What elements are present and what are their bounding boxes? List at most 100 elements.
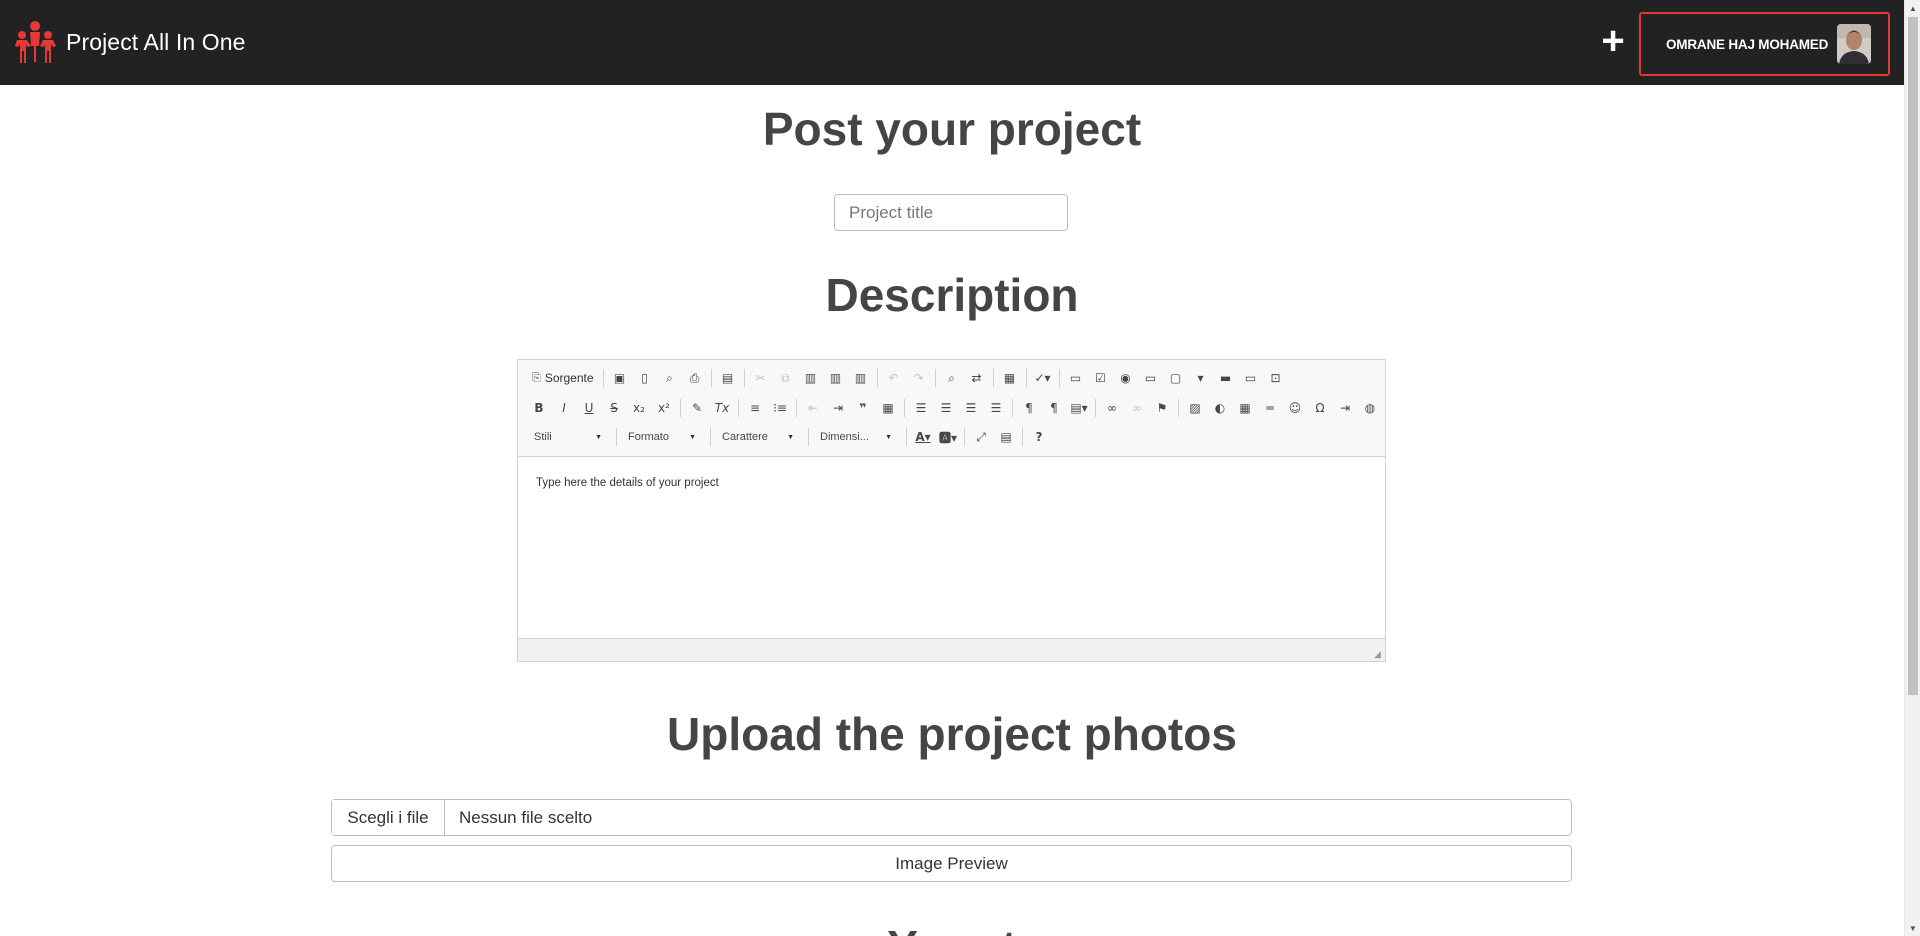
image-icon[interactable]: ▨ [1184,397,1206,419]
spellcheck-icon[interactable]: ✓▾ [1032,367,1054,389]
editor-content-area[interactable]: Type here the details of your project [518,457,1385,638]
preview-icon[interactable]: ⌕ [659,367,681,389]
remove-format-icon[interactable]: Tx [711,397,733,419]
select-all-icon[interactable]: ▦ [999,367,1021,389]
smiley-icon[interactable]: ☺ [1284,397,1306,419]
toolbar-separator [964,428,965,446]
numbered-list-icon[interactable]: ≡ [744,397,766,419]
blockquote-icon[interactable]: ❞ [852,397,874,419]
special-char-icon[interactable]: Ω [1309,397,1331,419]
photo-file-input[interactable]: Scegli i file Nessun file scelto [331,799,1572,836]
about-icon[interactable]: ? [1028,426,1050,448]
toolbar-separator [796,399,797,417]
next-section-heading: Your t [0,920,1904,936]
paste-word-icon[interactable]: ▥ [850,367,872,389]
editor-content-text[interactable]: Type here the details of your project [536,477,719,489]
form-icon[interactable]: ▭ [1065,367,1087,389]
align-left-icon[interactable]: ☰ [910,397,932,419]
link-icon[interactable]: ∞ [1101,397,1123,419]
resize-grip-icon[interactable]: ◢ [1374,650,1383,659]
language-icon[interactable]: ▤▾ [1068,397,1090,419]
copy-format-icon[interactable]: ✎ [686,397,708,419]
anchor-icon[interactable]: ⚑ [1151,397,1173,419]
image-button-icon[interactable]: ▭ [1240,367,1262,389]
font-combo[interactable]: Carattere ▼ [716,426,798,448]
format-combo-label: Formato [628,431,669,443]
chevron-down-icon: ▼ [787,433,794,441]
flash-icon[interactable]: ◐ [1209,397,1231,419]
table-icon[interactable]: ▦ [1234,397,1256,419]
superscript-icon[interactable]: x² [653,397,675,419]
font-size-combo[interactable]: Dimensi... ▼ [814,426,896,448]
horizontal-rule-icon[interactable]: ═ [1259,397,1281,419]
show-blocks-icon[interactable]: ▤ [995,426,1017,448]
toolbar-separator [710,428,711,446]
people-logo-icon [15,20,56,63]
user-menu-button[interactable]: OMRANE HAJ MOHAMED [1639,12,1890,76]
find-icon[interactable]: ⌕ [941,367,963,389]
bulleted-list-icon[interactable]: ⁝≡ [769,397,791,419]
toolbar-separator [738,399,739,417]
hidden-field-icon[interactable]: ⊡ [1265,367,1287,389]
styles-combo[interactable]: Stili ▼ [528,426,606,448]
cut-icon[interactable]: ✂ [750,367,772,389]
unlink-icon[interactable]: ∞ [1126,397,1148,419]
scroll-thumb[interactable] [1908,17,1918,695]
rich-text-editor: ⎘ Sorgente ▣ ▯ ⌕ ⎙ ▤ ✂ ⧉ ▥ ▥ ▥ ↶ ↷ ⌕ ⇄ ▦ [517,359,1386,662]
print-icon[interactable]: ⎙ [684,367,706,389]
copy-icon[interactable]: ⧉ [775,367,797,389]
scroll-up-icon[interactable]: ▲ [1905,0,1920,16]
radio-icon[interactable]: ◉ [1115,367,1137,389]
checkbox-icon[interactable]: ☑ [1090,367,1112,389]
justify-icon[interactable]: ☰ [985,397,1007,419]
maximize-icon[interactable]: ⤢ [970,426,992,448]
paste-icon[interactable]: ▥ [800,367,822,389]
paste-text-icon[interactable]: ▥ [825,367,847,389]
replace-icon[interactable]: ⇄ [966,367,988,389]
subscript-icon[interactable]: x₂ [628,397,650,419]
toolbar-separator [992,369,994,387]
div-icon[interactable]: ▦ [877,397,899,419]
templates-icon[interactable]: ▤ [717,367,739,389]
background-color-icon[interactable]: 🅰▾ [937,426,959,448]
rtl-icon[interactable]: ¶ [1043,397,1065,419]
text-color-icon[interactable]: A▾ [912,426,934,448]
toolbar-row-2: B I U S x₂ x² ✎ Tx ≡ ⁝≡ ⇤ ⇥ ❞ ▦ ☰ ☰ ☰ ☰ … [528,397,1384,419]
project-title-input[interactable] [834,194,1068,231]
iframe-icon[interactable]: ◍ [1359,397,1381,419]
save-icon[interactable]: ▣ [609,367,631,389]
toolbar-row-3: Stili ▼ Formato ▼ Carattere ▼ Dimensi...… [528,426,1053,448]
undo-icon[interactable]: ↶ [883,367,905,389]
textfield-icon[interactable]: ▭ [1140,367,1162,389]
align-center-icon[interactable]: ☰ [935,397,957,419]
page-scrollbar[interactable]: ▲ ▼ [1904,0,1920,936]
brand-link[interactable]: Project All In One [14,20,246,66]
format-combo[interactable]: Formato ▼ [622,426,700,448]
strike-icon[interactable]: S [603,397,625,419]
add-project-button[interactable]: + [1596,21,1630,62]
source-button[interactable]: ⎘ Sorgente [528,367,598,389]
select-icon[interactable]: ▾ [1190,367,1212,389]
italic-icon[interactable]: I [553,397,575,419]
ltr-icon[interactable]: ¶ [1018,397,1040,419]
toolbar-separator [808,428,809,446]
redo-icon[interactable]: ↷ [908,367,930,389]
toolbar-separator [616,428,617,446]
source-label: Sorgente [544,371,594,385]
toolbar-separator [1012,399,1013,417]
underline-icon[interactable]: U [578,397,600,419]
page-break-icon[interactable]: ⇥ [1334,397,1356,419]
align-right-icon[interactable]: ☰ [960,397,982,419]
user-avatar [1837,24,1872,64]
outdent-icon[interactable]: ⇤ [802,397,824,419]
new-page-icon[interactable]: ▯ [634,367,656,389]
button-icon[interactable]: ▬ [1215,367,1237,389]
upload-photos-heading: Upload the project photos [667,708,1237,760]
bold-icon[interactable]: B [528,397,550,419]
scroll-down-icon[interactable]: ▼ [1905,920,1920,936]
indent-icon[interactable]: ⇥ [827,397,849,419]
choose-files-button[interactable]: Scegli i file [332,800,445,835]
toolbar-separator [680,399,681,417]
textarea-icon[interactable]: ▢ [1165,367,1187,389]
chevron-down-icon: ▼ [885,433,892,441]
